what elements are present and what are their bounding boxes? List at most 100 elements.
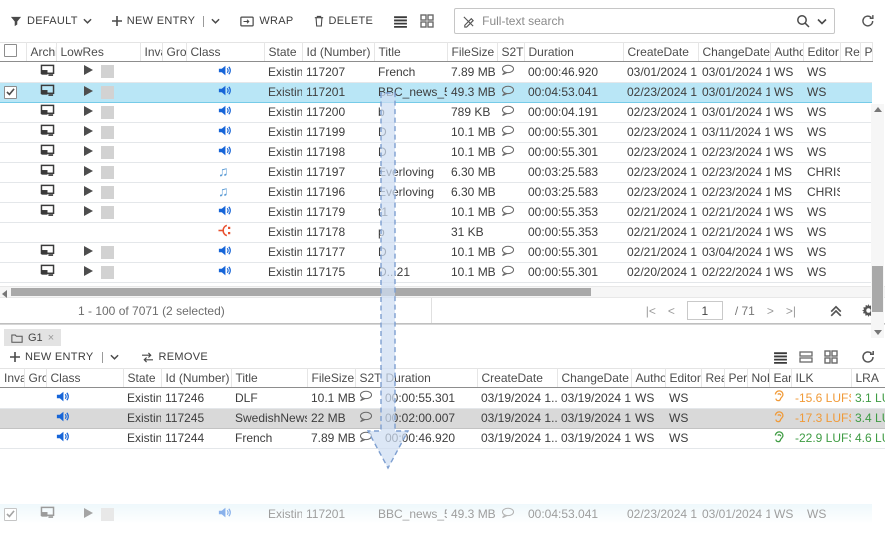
column-header-read[interactable]: Read — [701, 369, 724, 388]
pencil-off-icon[interactable] — [462, 15, 475, 28]
speech-to-text-icon — [359, 411, 373, 423]
group-new-entry-button[interactable]: NEW ENTRY — [10, 351, 119, 363]
column-header-id[interactable]: Id (Number) — [302, 43, 374, 62]
table-row[interactable]: Existing117246DLF10.1 MB00:00:55.30103/1… — [0, 388, 885, 408]
tab-g1[interactable]: G1 × — [4, 329, 61, 346]
column-header-duration[interactable]: Duration — [381, 369, 477, 388]
column-header-lra[interactable]: LRA — [851, 369, 885, 388]
column-header-changedate[interactable]: ChangeDate — [698, 43, 770, 62]
column-header-state[interactable]: State — [123, 369, 161, 388]
column-header-class[interactable]: Class — [186, 43, 264, 62]
chevron-down-icon[interactable] — [817, 18, 827, 25]
scrollbar-thumb[interactable] — [872, 266, 883, 312]
column-header-ilk[interactable]: ILK — [791, 369, 851, 388]
table-row[interactable]: Existing117207French7.89 MB00:00:46.9200… — [0, 62, 872, 82]
delete-button[interactable]: DELETE — [314, 15, 374, 27]
column-header-grou[interactable]: Grou — [162, 43, 186, 62]
archive-media-icon — [40, 204, 55, 217]
column-header-ears[interactable]: Ears — [769, 369, 791, 388]
last-page-button[interactable]: >| — [786, 304, 796, 318]
column-header-inval[interactable]: Inval — [0, 369, 24, 388]
column-header-state[interactable]: State — [264, 43, 302, 62]
search-icon[interactable] — [796, 14, 810, 28]
refresh-icon[interactable] — [861, 350, 875, 364]
column-header-archi[interactable]: Archi — [26, 43, 56, 62]
vertical-scrollbar[interactable] — [871, 104, 884, 338]
column-header-lowres[interactable]: LowRes — [56, 43, 140, 62]
table-row[interactable]: Existing117178p31 KB00:00:55.35302/21/20… — [0, 222, 872, 242]
next-page-button[interactable]: > — [767, 304, 774, 318]
column-header-id[interactable]: Id (Number) — [161, 369, 231, 388]
search-input[interactable] — [482, 14, 789, 28]
play-button[interactable] — [82, 205, 94, 220]
play-button[interactable] — [82, 245, 94, 260]
column-header-duration[interactable]: Duration — [524, 43, 623, 62]
table-row[interactable]: Existing117175D...2110.1 MB00:00:55.3010… — [0, 262, 872, 282]
list-view-button[interactable] — [773, 351, 788, 364]
play-button[interactable] — [82, 145, 94, 160]
checkbox-checked[interactable] — [4, 86, 17, 99]
column-header-editor[interactable]: Editor — [803, 43, 840, 62]
column-header-createdate[interactable]: CreateDate — [477, 369, 557, 388]
split-view-button[interactable] — [799, 351, 813, 363]
column-header-perf[interactable]: Perfo — [860, 43, 872, 62]
lowres-thumbnail — [101, 166, 114, 179]
column-header-inval[interactable]: Inval — [140, 43, 162, 62]
table-row[interactable]: ♫Existing117197Everloving6.30 MB00:03:25… — [0, 162, 872, 182]
select-all-checkbox[interactable] — [0, 43, 26, 62]
grid-view-button[interactable] — [824, 350, 838, 364]
table-row[interactable]: Existing117198D10.1 MB00:00:55.30102/23/… — [0, 142, 872, 162]
new-entry-button[interactable]: NEW ENTRY — [112, 15, 221, 27]
refresh-icon[interactable] — [861, 14, 875, 28]
table-row[interactable]: Existing117179t110.1 MB00:00:55.35302/21… — [0, 202, 872, 222]
remove-button[interactable]: REMOVE — [141, 351, 208, 363]
scroll-up-button[interactable] — [874, 107, 882, 112]
column-header-changedate[interactable]: ChangeDate — [557, 369, 631, 388]
column-header-grou[interactable]: Grou — [24, 369, 46, 388]
column-header-s2t[interactable]: S2T — [355, 369, 381, 388]
column-header-title[interactable]: Title — [231, 369, 307, 388]
column-header-filesize[interactable]: FileSize — [307, 369, 355, 388]
filter-default-button[interactable]: DEFAULT — [10, 15, 92, 27]
column-header-editor[interactable]: Editor — [665, 369, 701, 388]
prev-page-button[interactable]: < — [668, 304, 675, 318]
table-row[interactable]: Existing117200b789 KB00:00:04.19102/23/2… — [0, 102, 872, 122]
close-tab-icon[interactable]: × — [48, 332, 54, 344]
table-row[interactable]: Existing117177D10.1 MB00:00:55.30102/21/… — [0, 242, 872, 262]
column-header-createdate[interactable]: CreateDate — [623, 43, 698, 62]
play-button[interactable] — [82, 165, 94, 180]
table-row[interactable]: ♫Existing117196Everloving6.30 MB00:03:25… — [0, 182, 872, 202]
list-view-button[interactable] — [393, 15, 408, 28]
play-button[interactable] — [82, 125, 94, 140]
first-page-button[interactable]: |< — [646, 304, 656, 318]
play-button[interactable] — [82, 64, 94, 79]
table-row[interactable]: Existing117201BBC_news_5...49.3 MB00:04:… — [0, 82, 872, 102]
play-button[interactable] — [82, 85, 94, 100]
table-row[interactable]: Existing117201BBC_news_5...49.3 MB00:04:… — [0, 504, 872, 523]
column-header-perfe[interactable]: Perfe — [724, 369, 747, 388]
table-row[interactable]: Existing117245SwedishNews22 MB00:02:00.0… — [0, 408, 885, 428]
column-header-author[interactable]: Author — [770, 43, 803, 62]
scrollbar-thumb[interactable] — [11, 288, 591, 296]
checkbox-checked[interactable] — [4, 508, 17, 521]
column-header-title[interactable]: Title — [374, 43, 447, 62]
scroll-down-button[interactable] — [874, 330, 882, 335]
play-button[interactable] — [82, 507, 94, 522]
column-header-class[interactable]: Class — [46, 369, 123, 388]
page-number-input[interactable] — [687, 301, 723, 320]
play-button[interactable] — [82, 105, 94, 120]
collapse-panel-icon[interactable] — [830, 305, 842, 317]
column-header-author[interactable]: Author — [631, 369, 665, 388]
play-button[interactable] — [82, 265, 94, 280]
scroll-left-button[interactable] — [2, 290, 7, 298]
table-row[interactable]: Existing117199D10.1 MB00:00:55.30102/23/… — [0, 122, 872, 142]
wrap-button[interactable]: WRAP — [240, 15, 293, 27]
column-header-s2t[interactable]: S2T — [497, 43, 524, 62]
grid-view-button[interactable] — [420, 14, 434, 28]
column-header-read[interactable]: Read — [840, 43, 860, 62]
column-header-filesize[interactable]: FileSize — [447, 43, 497, 62]
table-row[interactable]: Existing117244French7.89 MB00:00:46.9200… — [0, 428, 885, 448]
horizontal-scrollbar[interactable] — [0, 286, 885, 298]
column-header-node[interactable]: NoDe — [747, 369, 769, 388]
play-button[interactable] — [82, 185, 94, 200]
